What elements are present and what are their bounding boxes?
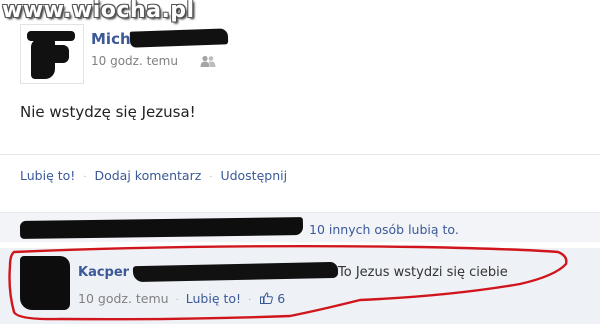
separator: · — [248, 295, 252, 306]
comment-text: To Jezus wstydzi się ciebie — [338, 265, 508, 280]
separator: · — [83, 172, 87, 183]
comment-item: Kacper To Jezus wstydzi się ciebie 10 go… — [0, 248, 600, 324]
redaction-scribble — [129, 28, 229, 48]
divider — [0, 154, 600, 155]
redaction-scribble — [19, 217, 304, 239]
comment-timestamp[interactable]: 10 godz. temu — [78, 291, 169, 306]
comment-like-count[interactable]: 6 — [277, 291, 285, 306]
comment-meta: 10 godz. temu · Lubię to! · 6 — [78, 291, 285, 306]
commenter-avatar[interactable] — [20, 256, 70, 310]
share-link[interactable]: Udostępnij — [220, 168, 287, 183]
like-link[interactable]: Lubię to! — [20, 168, 75, 183]
post-header: Michał 10 godz. temu — [20, 24, 600, 84]
commenter-name[interactable]: Kacper — [78, 265, 129, 280]
watermark-logo: www.wiocha.pl — [2, 0, 195, 23]
post-actions: Lubię to! · Dodaj komentarz · Udostępnij — [20, 168, 287, 183]
post-timestamp[interactable]: 10 godz. temu — [91, 54, 178, 68]
separator: · — [175, 295, 179, 306]
likes-count-link[interactable]: 10 innych osób lubią to. — [309, 222, 459, 237]
separator: · — [209, 172, 213, 183]
friends-icon — [200, 55, 216, 67]
thumbs-up-icon — [260, 292, 274, 304]
redaction-scribble — [132, 261, 339, 283]
comment-like-link[interactable]: Lubię to! — [186, 291, 241, 306]
add-comment-link[interactable]: Dodaj komentarz — [94, 168, 201, 183]
likes-summary: 10 innych osób lubią to. — [0, 212, 600, 242]
post-text: Nie wstydzę się Jezusa! — [20, 103, 196, 121]
author-avatar[interactable] — [20, 24, 84, 84]
